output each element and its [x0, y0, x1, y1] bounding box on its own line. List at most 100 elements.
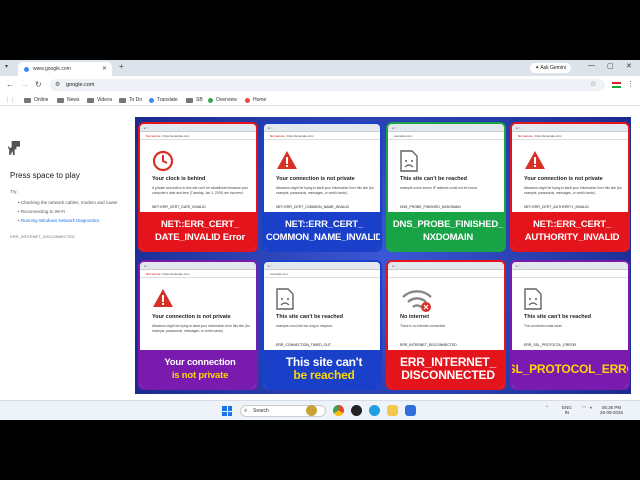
error-heading: Your connection is not private [152, 314, 231, 320]
home-icon [245, 97, 250, 103]
mini-tab-bar: ● ○ [388, 124, 504, 132]
suggestion-item: Running Windows Network Diagnostics [18, 216, 118, 225]
error-code: NET::ERR_CERT_DATE_INVALID [152, 205, 206, 209]
folder-icon [186, 97, 193, 103]
close-tab-icon[interactable]: ✕ [102, 65, 107, 72]
error-card: ● ○ Not secure https://example.com Your con… [510, 122, 630, 252]
file-explorer-icon[interactable] [387, 405, 398, 416]
bookmark-todo[interactable]: To Do [119, 97, 142, 103]
search-label: Search [253, 408, 269, 414]
menu-icon[interactable]: ⋮ [627, 80, 634, 88]
bookmark-star-icon[interactable]: ☆ [590, 80, 596, 88]
mini-tab-bar: ● ○ [388, 262, 504, 270]
maximize-icon[interactable]: ▢ [607, 62, 614, 70]
error-banner: This site can't be reached [264, 350, 380, 388]
site-info-icon[interactable]: ⚙ [55, 79, 60, 91]
sad-page-icon [276, 288, 294, 315]
suggestion-list: Checking the network cables, modem and r… [18, 198, 118, 225]
network-diagnostics-link[interactable]: Running Windows Network Diagnostics [21, 218, 100, 223]
bookmark-overview[interactable]: Overview [208, 97, 237, 103]
wifi-icon[interactable]: ◠ [582, 405, 586, 410]
page-title: Press space to play [10, 171, 80, 180]
chevron-up-icon[interactable]: ⌃ [545, 405, 549, 410]
banner-line: NET::ERR_CERT_ [533, 219, 611, 230]
browser-window: ▾ www.google.com ✕ + ✦ Ask Gemini — ▢ ✕ … [0, 60, 640, 420]
reload-icon[interactable]: ↻ [35, 80, 42, 89]
widgets-icon[interactable] [306, 405, 317, 416]
mini-tab-bar: ● ○ [264, 124, 380, 132]
ask-gemini-button[interactable]: ✦ Ask Gemini [530, 63, 571, 73]
google-favicon-icon [24, 66, 29, 72]
address-bar[interactable]: ⚙ google.com [50, 79, 605, 91]
mini-address-bar: Not secure https://example.com [512, 132, 628, 140]
bookmark-label: Overview [216, 97, 237, 103]
tab-search-icon[interactable]: ▾ [5, 63, 8, 70]
chatgpt-icon[interactable] [351, 405, 362, 416]
dino-icon[interactable] [8, 141, 20, 155]
banner-line: DNS_PROBE_FINISHED_ [392, 219, 504, 230]
bookmark-videos[interactable]: Videos [87, 97, 112, 103]
bookmark-news[interactable]: News [57, 97, 80, 103]
bookmark-label: Videos [97, 97, 113, 103]
warning-icon [152, 288, 174, 313]
tab-google[interactable]: www.google.com ✕ [18, 62, 112, 76]
ask-gemini-label: Ask Gemini [540, 65, 566, 71]
error-description: There is no internet connection. [400, 324, 447, 328]
error-card: ● ○ Not secure https://example.com Your con… [138, 260, 258, 390]
suggestion-item: Checking the network cables, modem and r… [18, 198, 118, 207]
windows-start-icon[interactable] [222, 406, 232, 416]
forward-icon[interactable]: → [21, 80, 29, 89]
bookmark-home[interactable]: Home [245, 97, 266, 103]
error-heading: No internet [400, 314, 430, 320]
minimize-icon[interactable]: — [588, 62, 595, 69]
bookmark-sb[interactable]: SB [186, 97, 203, 103]
folder-icon [24, 97, 31, 103]
mini-url: https://example.com [534, 134, 562, 138]
edge-icon[interactable] [369, 405, 380, 416]
error-code: ERR_INTERNET_DISCONNECTED [400, 343, 457, 347]
back-icon[interactable]: ← [6, 80, 14, 89]
store-icon[interactable] [405, 405, 416, 416]
not-secure-badge: Not secure [146, 272, 161, 276]
error-banner: NET::ERR_CERT_ AUTHORITY_INVALID [512, 212, 628, 250]
close-window-icon[interactable]: ✕ [626, 62, 632, 70]
sad-page-icon [400, 150, 418, 177]
apps-icon[interactable]: ⋮⋮ [5, 97, 15, 103]
overview-icon [208, 97, 213, 103]
folder-icon [87, 97, 94, 103]
bookmark-label: News [67, 97, 80, 103]
banner-line: NET::ERR_CERT_ [285, 219, 363, 230]
try-label: Try: [10, 189, 18, 194]
error-banner: SSL_PROTOCOL_ERROR [512, 350, 628, 388]
clock-icon [152, 150, 174, 177]
mini-address-bar: Not secure https://example.com [140, 132, 256, 140]
bookmark-label: SB [196, 97, 203, 103]
language-indicator[interactable]: ENG IN [562, 405, 572, 415]
new-tab-button[interactable]: + [119, 62, 124, 71]
bookmark-translate[interactable]: Translate [149, 97, 178, 103]
error-code: ERR_INTERNET_DISCONNECTED [10, 234, 75, 239]
mini-url: example.com [270, 272, 288, 276]
error-card: ● ○ Not secure https://example.com Your clo… [138, 122, 258, 252]
error-collage-image: ● ○ Not secure https://example.com Your clo… [135, 117, 631, 394]
date-text: 26-09-2026 [600, 410, 624, 415]
error-description: A private connection to this site can't … [152, 186, 249, 195]
mini-url: https://example.com [286, 134, 314, 138]
clock[interactable]: 05:36 PM 26-09-2026 [600, 405, 623, 415]
error-code: NET::ERR_CERT_COMMON_NAME_INVALID [276, 205, 349, 209]
taskbar: ⌕ Search ⌃ ENG IN ◠ 🔈︎ 05:36 PM 26-09-2026 [0, 400, 640, 420]
bookmark-label: To Do [129, 97, 143, 103]
banner-line: COMMON_NAME_INVALID [265, 232, 382, 243]
not-secure-badge: Not secure [270, 134, 285, 138]
profile-flag-icon[interactable] [612, 82, 621, 88]
error-description: example.com took too long to respond. [276, 324, 333, 328]
tab-title: www.google.com [33, 66, 71, 72]
banner-line: SSL_PROTOCOL_ERROR [512, 361, 628, 376]
volume-icon[interactable]: 🔈︎ [590, 405, 593, 410]
chrome-icon[interactable] [333, 405, 344, 416]
error-banner: DNS_PROBE_FINISHED_ NXDOMAIN [388, 212, 504, 250]
bookmark-online[interactable]: Online [24, 97, 48, 103]
error-code: NET::ERR_CERT_AUTHORITY_INVALID [524, 205, 589, 209]
not-secure-badge: Not secure [146, 134, 161, 138]
mini-address-bar: Not secure https://example.com [140, 270, 256, 278]
